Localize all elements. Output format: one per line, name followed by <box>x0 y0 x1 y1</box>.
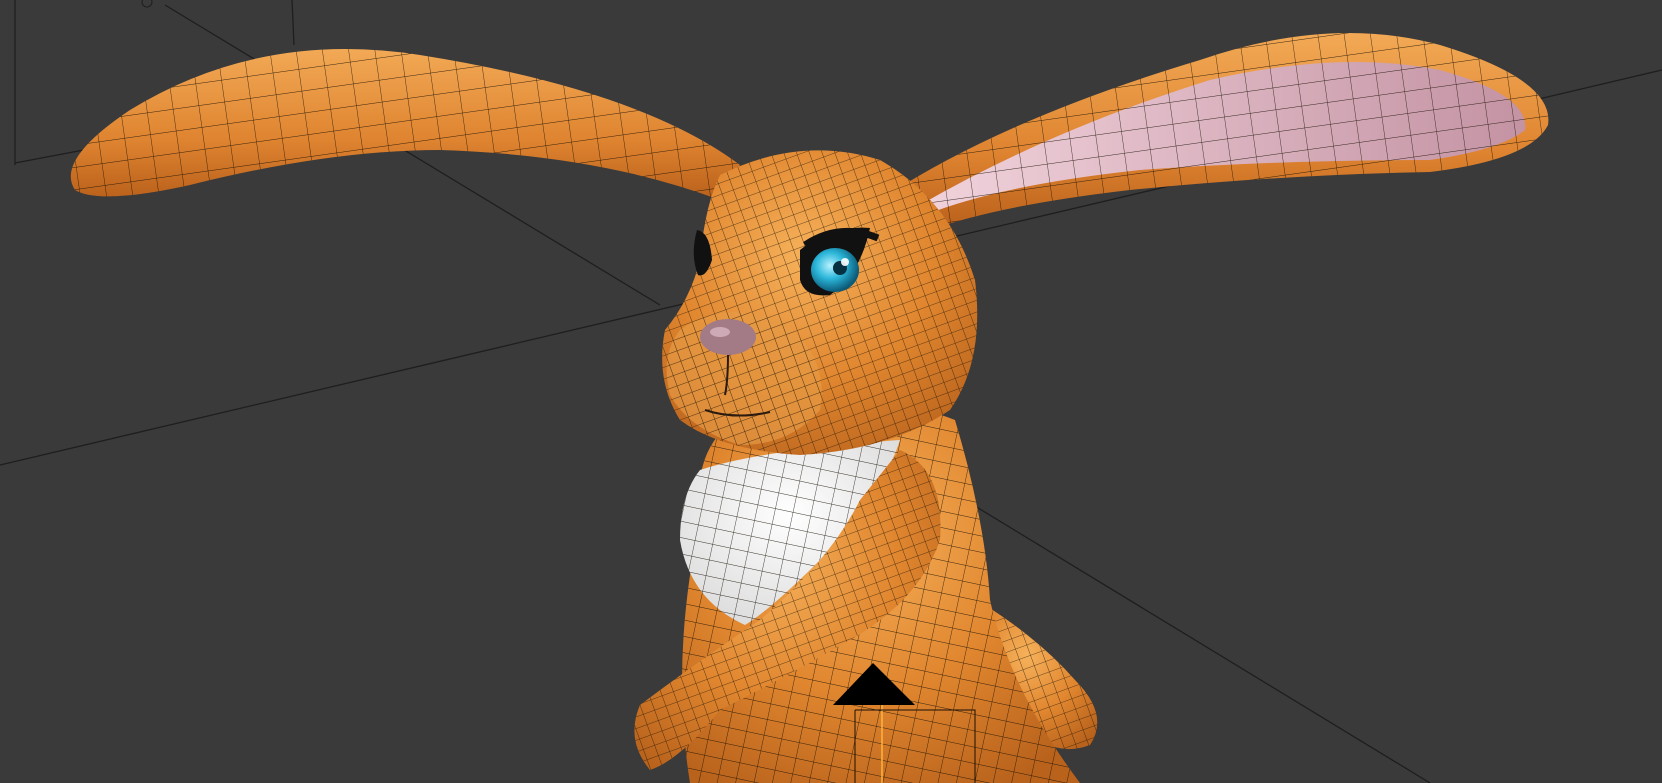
3d-viewport[interactable] <box>0 0 1662 783</box>
origin-icon <box>141 0 153 8</box>
rabbit-left-ear <box>70 49 740 200</box>
rabbit-mesh[interactable] <box>70 33 1549 783</box>
grid-line <box>0 299 701 466</box>
grid-line <box>291 0 295 46</box>
rabbit-right-ear <box>880 33 1549 230</box>
viewport-canvas[interactable] <box>0 0 1662 783</box>
